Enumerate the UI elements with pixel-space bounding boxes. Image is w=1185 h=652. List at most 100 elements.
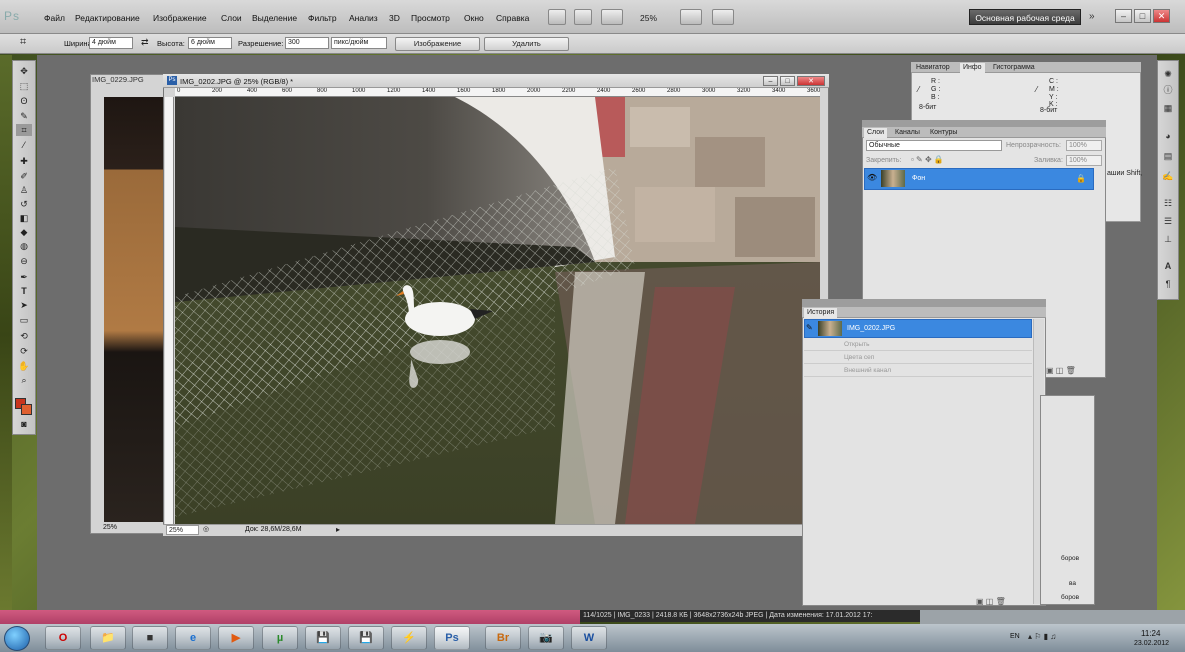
menu-layers[interactable]: Слои — [221, 13, 242, 23]
taskbar-save1[interactable]: 💾 — [305, 626, 341, 650]
menu-view[interactable]: Просмотр — [411, 13, 450, 23]
tab-paths[interactable]: Контуры — [927, 128, 960, 138]
shape-tool-icon[interactable]: ▭ — [16, 314, 32, 326]
document-size[interactable]: Док: 28,6M/28,6M — [245, 526, 302, 533]
taskbar-bridge[interactable]: Br — [485, 626, 521, 650]
brushes-panel-icon[interactable]: ☰ — [1161, 215, 1175, 228]
menu-select[interactable]: Выделение — [252, 13, 297, 23]
tab-histogram[interactable]: Гистограмма — [990, 63, 1038, 73]
healing-tool-icon[interactable]: ✚ — [16, 155, 32, 167]
menu-file[interactable]: Файл — [44, 13, 65, 23]
taskbar-app2[interactable]: ⚡ — [391, 626, 427, 650]
doc-maximize-icon[interactable]: □ — [780, 76, 795, 86]
maximize-icon[interactable]: □ — [1134, 9, 1151, 23]
visibility-eye-icon[interactable]: 👁 — [867, 173, 877, 182]
taskbar-media[interactable]: ▶ — [218, 626, 254, 650]
arrange-documents-icon[interactable] — [680, 9, 702, 25]
height-input[interactable]: 6 дюйм — [188, 37, 232, 49]
quick-select-tool-icon[interactable]: ✎ — [16, 110, 32, 122]
opacity-input[interactable]: 100% — [1066, 140, 1102, 151]
move-tool-icon[interactable]: ✥ — [16, 65, 32, 77]
paths-panel-icon[interactable]: ✍ — [1161, 170, 1175, 183]
info-panel-icon[interactable]: ⓘ — [1161, 84, 1175, 97]
document-tab-back[interactable]: IMG_0229.JPG — [92, 75, 166, 87]
type-tool-icon[interactable]: T — [16, 285, 32, 297]
width-input[interactable]: 4 дюйм — [89, 37, 133, 49]
workspace-button[interactable]: Основная рабочая среда — [969, 9, 1081, 25]
hand-tool-icon[interactable]: ✋ — [16, 360, 32, 372]
character-panel-icon[interactable]: ☷ — [1161, 197, 1175, 210]
start-button[interactable] — [4, 626, 30, 651]
history-item[interactable]: Цвета сеп — [804, 352, 1032, 364]
eyedropper-tool-icon[interactable]: ⁄ — [16, 139, 32, 151]
history-footer-icons[interactable]: ▣ ◫ 🗑 — [976, 597, 1006, 606]
close-icon[interactable]: ✕ — [1153, 9, 1170, 23]
gradient-tool-icon[interactable]: ◆ — [16, 226, 32, 238]
history-item[interactable]: Внешний канал — [804, 365, 1032, 377]
clear-button[interactable]: Удалить — [484, 37, 569, 51]
zoom-tool-icon[interactable]: ⌕ — [16, 374, 32, 386]
language-indicator[interactable]: EN — [1010, 633, 1020, 640]
taskbar-photoshop[interactable]: Ps — [434, 626, 470, 650]
clock-time[interactable]: 11:24 — [1141, 629, 1160, 638]
pen-tool-icon[interactable]: ✒ — [16, 271, 32, 283]
front-image-button[interactable]: Изображение — [395, 37, 480, 51]
marquee-tool-icon[interactable]: ⬚ — [16, 80, 32, 92]
tray-icons[interactable]: ▴ ⚐ ▮ ♫ — [1028, 632, 1056, 641]
history-panel-header[interactable] — [802, 299, 1046, 307]
brush-tool-icon[interactable]: ✐ — [16, 170, 32, 182]
taskbar-camera[interactable]: 📷 — [528, 626, 564, 650]
zoom-menu-icon[interactable]: ◎ — [203, 525, 209, 533]
layers-panel-icon[interactable]: ▤ — [1161, 150, 1175, 163]
tab-navigator[interactable]: Навигатор — [913, 63, 953, 73]
document-zoom-back[interactable]: 25% — [103, 524, 117, 531]
blur-tool-icon[interactable]: ◍ — [16, 240, 32, 252]
status-arrow-icon[interactable]: ▸ — [336, 525, 340, 534]
lasso-tool-icon[interactable]: ʘ — [16, 95, 32, 107]
bridge-icon[interactable] — [548, 9, 566, 25]
type-panel-icon[interactable]: A — [1161, 260, 1175, 273]
clone-source-icon[interactable]: ⊥ — [1161, 233, 1175, 246]
document-canvas[interactable] — [175, 97, 820, 524]
color-panel-icon[interactable]: ✺ — [1161, 68, 1175, 81]
menu-window[interactable]: Окно — [464, 13, 484, 23]
menu-edit[interactable]: Редактирование — [75, 13, 140, 23]
resolution-unit-select[interactable]: пикс/дюйм — [331, 37, 387, 49]
view-extras-icon[interactable] — [601, 9, 623, 25]
blend-mode-select[interactable]: Обычные — [866, 140, 1002, 151]
navigator-panel-icon[interactable]: ▦ — [1161, 102, 1175, 115]
adj-item[interactable]: боров — [1061, 594, 1079, 601]
paragraph-panel-icon[interactable]: ¶ — [1161, 278, 1175, 291]
workspace-more[interactable]: » — [1089, 11, 1095, 22]
layers-panel-header[interactable] — [862, 120, 1106, 127]
crop-tool-icon[interactable]: ⌗ — [20, 36, 26, 49]
history-brush-icon[interactable]: ↺ — [16, 198, 32, 210]
fill-input[interactable]: 100% — [1066, 155, 1102, 166]
swap-icon[interactable]: ⇄ — [141, 37, 149, 48]
taskbar-app[interactable]: ■ — [132, 626, 168, 650]
eraser-tool-icon[interactable]: ◧ — [16, 212, 32, 224]
adj-item[interactable]: боров — [1061, 555, 1079, 562]
screen-mode-icon[interactable] — [712, 9, 734, 25]
adj-item[interactable]: ва — [1069, 580, 1076, 587]
clock-date[interactable]: 23.02.2012 — [1134, 640, 1169, 647]
doc-close-icon[interactable]: ✕ — [797, 76, 825, 86]
doc-minimize-icon[interactable]: – — [763, 76, 778, 86]
history-item[interactable]: Открыть — [804, 339, 1032, 351]
taskbar-word[interactable]: W — [571, 626, 607, 650]
quick-mask-icon[interactable]: ◙ — [16, 418, 32, 430]
minibridge-icon[interactable] — [574, 9, 592, 25]
lock-icons[interactable]: ▫ ✎ ✥ 🔒 — [911, 155, 944, 164]
tab-channels[interactable]: Каналы — [892, 128, 923, 138]
stamp-tool-icon[interactable]: ♙ — [16, 184, 32, 196]
history-brush-source-icon[interactable]: ✎ — [806, 323, 813, 332]
dodge-tool-icon[interactable]: ⊖ — [16, 255, 32, 267]
path-select-icon[interactable]: ➤ — [16, 299, 32, 311]
taskbar-explorer[interactable]: 📁 — [90, 626, 126, 650]
tab-info[interactable]: Инфо — [960, 63, 985, 73]
zoom-level-select[interactable]: 25% — [640, 13, 657, 23]
resolution-input[interactable]: 300 — [285, 37, 329, 49]
taskbar-save2[interactable]: 💾 — [348, 626, 384, 650]
styles-panel-icon[interactable]: ◕ — [1161, 130, 1175, 143]
tab-layers[interactable]: Слои — [864, 128, 888, 138]
